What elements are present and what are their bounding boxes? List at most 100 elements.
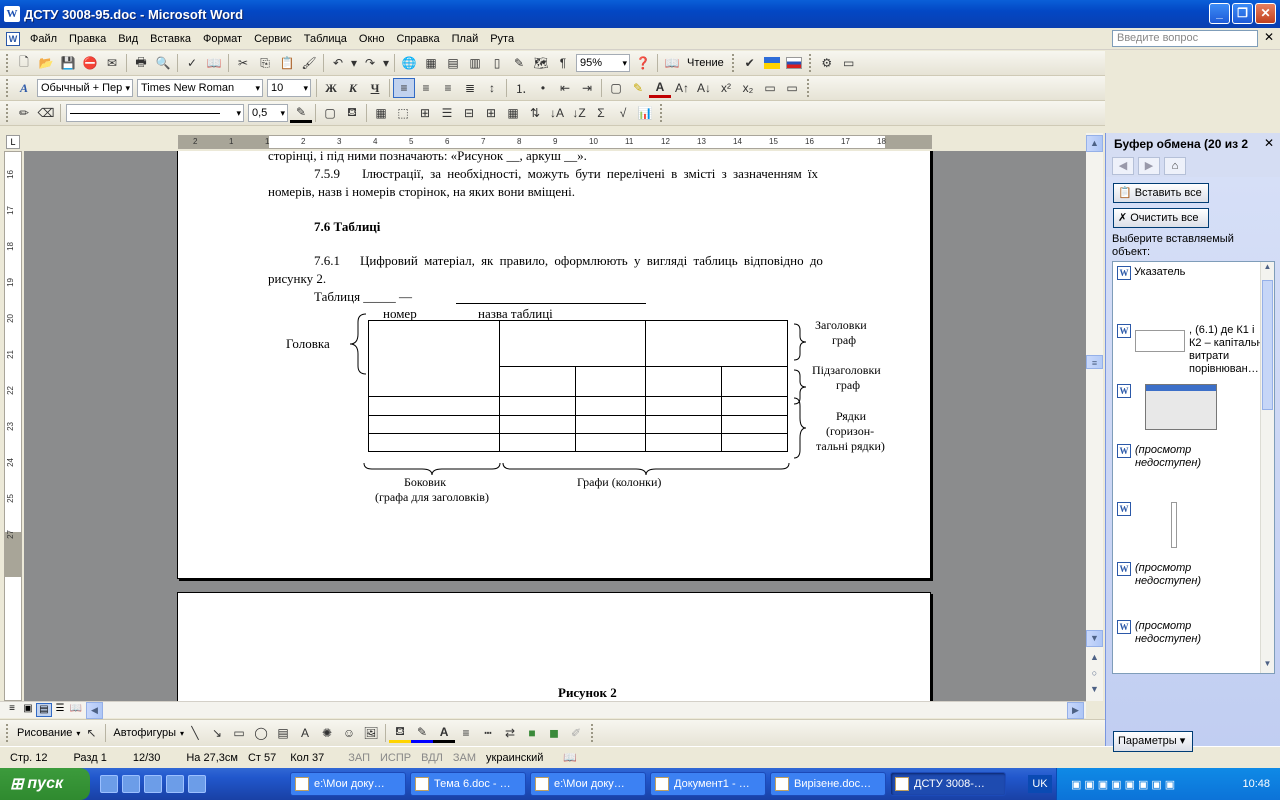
tables-borders-icon[interactable]: ▦ (420, 53, 442, 73)
eraser-icon[interactable]: ⌫ (35, 103, 57, 123)
list-scroll-down-icon[interactable]: ▼ (1261, 659, 1274, 673)
line-weight-select[interactable]: 0,5 (248, 104, 288, 122)
toolbar-grip[interactable] (731, 54, 735, 72)
menu-edit[interactable]: Правка (63, 29, 112, 49)
toolbar-grip[interactable] (660, 104, 663, 122)
dash-style-icon[interactable]: ┅ (477, 723, 499, 743)
undo-icon[interactable]: ↶ (327, 53, 349, 73)
numbering-icon[interactable]: ⒈ (510, 78, 532, 98)
shading-icon[interactable]: ⛾ (341, 103, 363, 123)
print-icon[interactable]: 🖶 (130, 53, 152, 73)
insert-excel-icon[interactable]: ▥ (464, 53, 486, 73)
show-hide-icon[interactable]: ¶ (552, 53, 574, 73)
menu-tools[interactable]: Сервис (248, 29, 298, 49)
clear-all-button[interactable]: ✗ Очистить все (1113, 208, 1209, 228)
zoom-select[interactable]: 95% (576, 54, 630, 72)
prev-page-icon[interactable]: ▲ (1086, 650, 1103, 667)
close-button[interactable]: ✕ (1255, 3, 1276, 24)
tray-icons[interactable]: ▣▣▣▣▣▣▣▣ (1071, 778, 1178, 791)
copy-icon[interactable]: ⎘ (254, 53, 276, 73)
status-trk[interactable]: ИСПР (380, 752, 411, 764)
line-style-icon[interactable]: ≡ (455, 723, 477, 743)
clipboard-item[interactable]: W (просмотр недоступен) (1117, 620, 1215, 646)
distribute-cols-icon[interactable]: ⊞ (480, 103, 502, 123)
rectangle-icon[interactable]: ▭ (228, 723, 250, 743)
status-language[interactable]: украинский (486, 752, 543, 764)
language-indicator[interactable]: UK (1028, 775, 1052, 793)
styles-icon[interactable]: A (13, 78, 35, 98)
split-cells-icon[interactable]: ⊞ (414, 103, 436, 123)
undo-dropdown-icon[interactable]: ▾ (349, 53, 359, 73)
tool-a-icon[interactable]: ⚙ (816, 53, 838, 73)
outside-border-icon[interactable]: ▢ (319, 103, 341, 123)
vertical-ruler[interactable]: 16 17 18 19 20 21 22 23 24 25 27 (4, 151, 22, 701)
doc-icon[interactable]: W (6, 31, 20, 46)
textbox-icon[interactable]: ▤ (272, 723, 294, 743)
scroll-down-icon[interactable]: ▼ (1086, 630, 1103, 647)
menu-insert[interactable]: Вставка (144, 29, 197, 49)
picture-icon[interactable]: 🖼 (360, 723, 382, 743)
drawing-icon[interactable]: ✎ (508, 53, 530, 73)
align-right-icon[interactable]: ≡ (437, 78, 459, 98)
clipboard-item[interactable]: W (1117, 384, 1217, 430)
wordart-icon[interactable]: A (294, 723, 316, 743)
horizontal-ruler[interactable]: 2 1 1 2 3 4 5 6 7 8 9 10 11 12 13 14 15 16 17 18 (178, 135, 932, 149)
task-pane-title[interactable]: Буфер обмена (20 из 2 (1114, 137, 1248, 151)
toolbar-grip[interactable] (591, 724, 594, 742)
page[interactable]: Рисунок 2 (177, 592, 931, 701)
excel-quick-icon[interactable] (166, 775, 184, 793)
reading-view-icon[interactable]: 📖 (68, 703, 84, 717)
doc-close-icon[interactable]: ✕ (1264, 30, 1274, 44)
normal-view-icon[interactable]: ≡ (4, 703, 20, 717)
text-color-icon[interactable]: A (433, 723, 456, 743)
insert-table-icon[interactable]: ▤ (442, 53, 464, 73)
select-browse-icon[interactable]: ○ (1086, 666, 1103, 683)
shadow-icon[interactable]: ■ (521, 723, 543, 743)
outline-view-icon[interactable]: ☰ (52, 703, 68, 717)
justify-icon[interactable]: ≣ (459, 78, 481, 98)
format-painter-icon[interactable]: 🖌 (298, 53, 320, 73)
start-button[interactable]: ⊞ пуск (0, 768, 90, 800)
autoshapes-menu[interactable]: Автофигуры (113, 727, 176, 739)
toolbar-grip[interactable] (6, 104, 9, 122)
taskbar-item[interactable]: е:\Мои доку… (530, 772, 646, 796)
web-view-icon[interactable]: ▣ (20, 703, 36, 717)
document-map-icon[interactable]: 🗺 (530, 53, 552, 73)
line-style-select[interactable] (66, 104, 244, 122)
font-color-icon[interactable]: A (649, 78, 671, 98)
clipboard-item[interactable]: W (1117, 502, 1177, 548)
format-b-icon[interactable]: ▭ (781, 78, 803, 98)
sort-asc-icon[interactable]: ↓A (546, 103, 568, 123)
cut-icon[interactable]: ✂ (232, 53, 254, 73)
decrease-indent-icon[interactable]: ⇤ (554, 78, 576, 98)
print-preview-icon[interactable]: 🔍 (152, 53, 174, 73)
diagram-icon[interactable]: ✺ (316, 723, 338, 743)
underline-button[interactable]: Ч (364, 78, 386, 98)
arrow-style-icon[interactable]: ⇄ (499, 723, 521, 743)
minimize-button[interactable]: _ (1209, 3, 1230, 24)
email-icon[interactable]: ✉ (101, 53, 123, 73)
3d-icon[interactable]: ◼ (543, 723, 565, 743)
scroll-left-icon[interactable]: ◀ (86, 702, 103, 719)
bullets-icon[interactable]: • (532, 78, 554, 98)
tab-selector[interactable]: L (6, 135, 20, 149)
scroll-right-icon[interactable]: ▶ (1067, 702, 1084, 719)
oval-icon[interactable]: ◯ (250, 723, 272, 743)
cell-align-icon[interactable]: ☰ (436, 103, 458, 123)
clipboard-item[interactable]: W (просмотр недоступен) (1117, 444, 1215, 470)
clipboard-item[interactable]: W Указатель (1117, 266, 1185, 280)
menu-table[interactable]: Таблица (298, 29, 353, 49)
taskbar-item[interactable]: е:\Мои доку… (290, 772, 406, 796)
formula-icon[interactable]: √ (612, 103, 634, 123)
scroll-thumb[interactable]: ≡ (1086, 355, 1103, 369)
options-button[interactable]: Параметры ▾ (1113, 731, 1193, 752)
back-icon[interactable]: ◀ (1112, 157, 1134, 175)
highlight-icon[interactable]: ✎ (627, 78, 649, 98)
permission-icon[interactable]: ⛔ (79, 53, 101, 73)
sort-desc-icon[interactable]: ↓Z (568, 103, 590, 123)
superscript-icon[interactable]: x² (715, 78, 737, 98)
quick-app-icon[interactable] (122, 775, 140, 793)
fill-color-icon[interactable]: ⛾ (389, 723, 412, 743)
toolbar-grip[interactable] (807, 79, 810, 97)
chart-icon[interactable]: 📊 (634, 103, 656, 123)
